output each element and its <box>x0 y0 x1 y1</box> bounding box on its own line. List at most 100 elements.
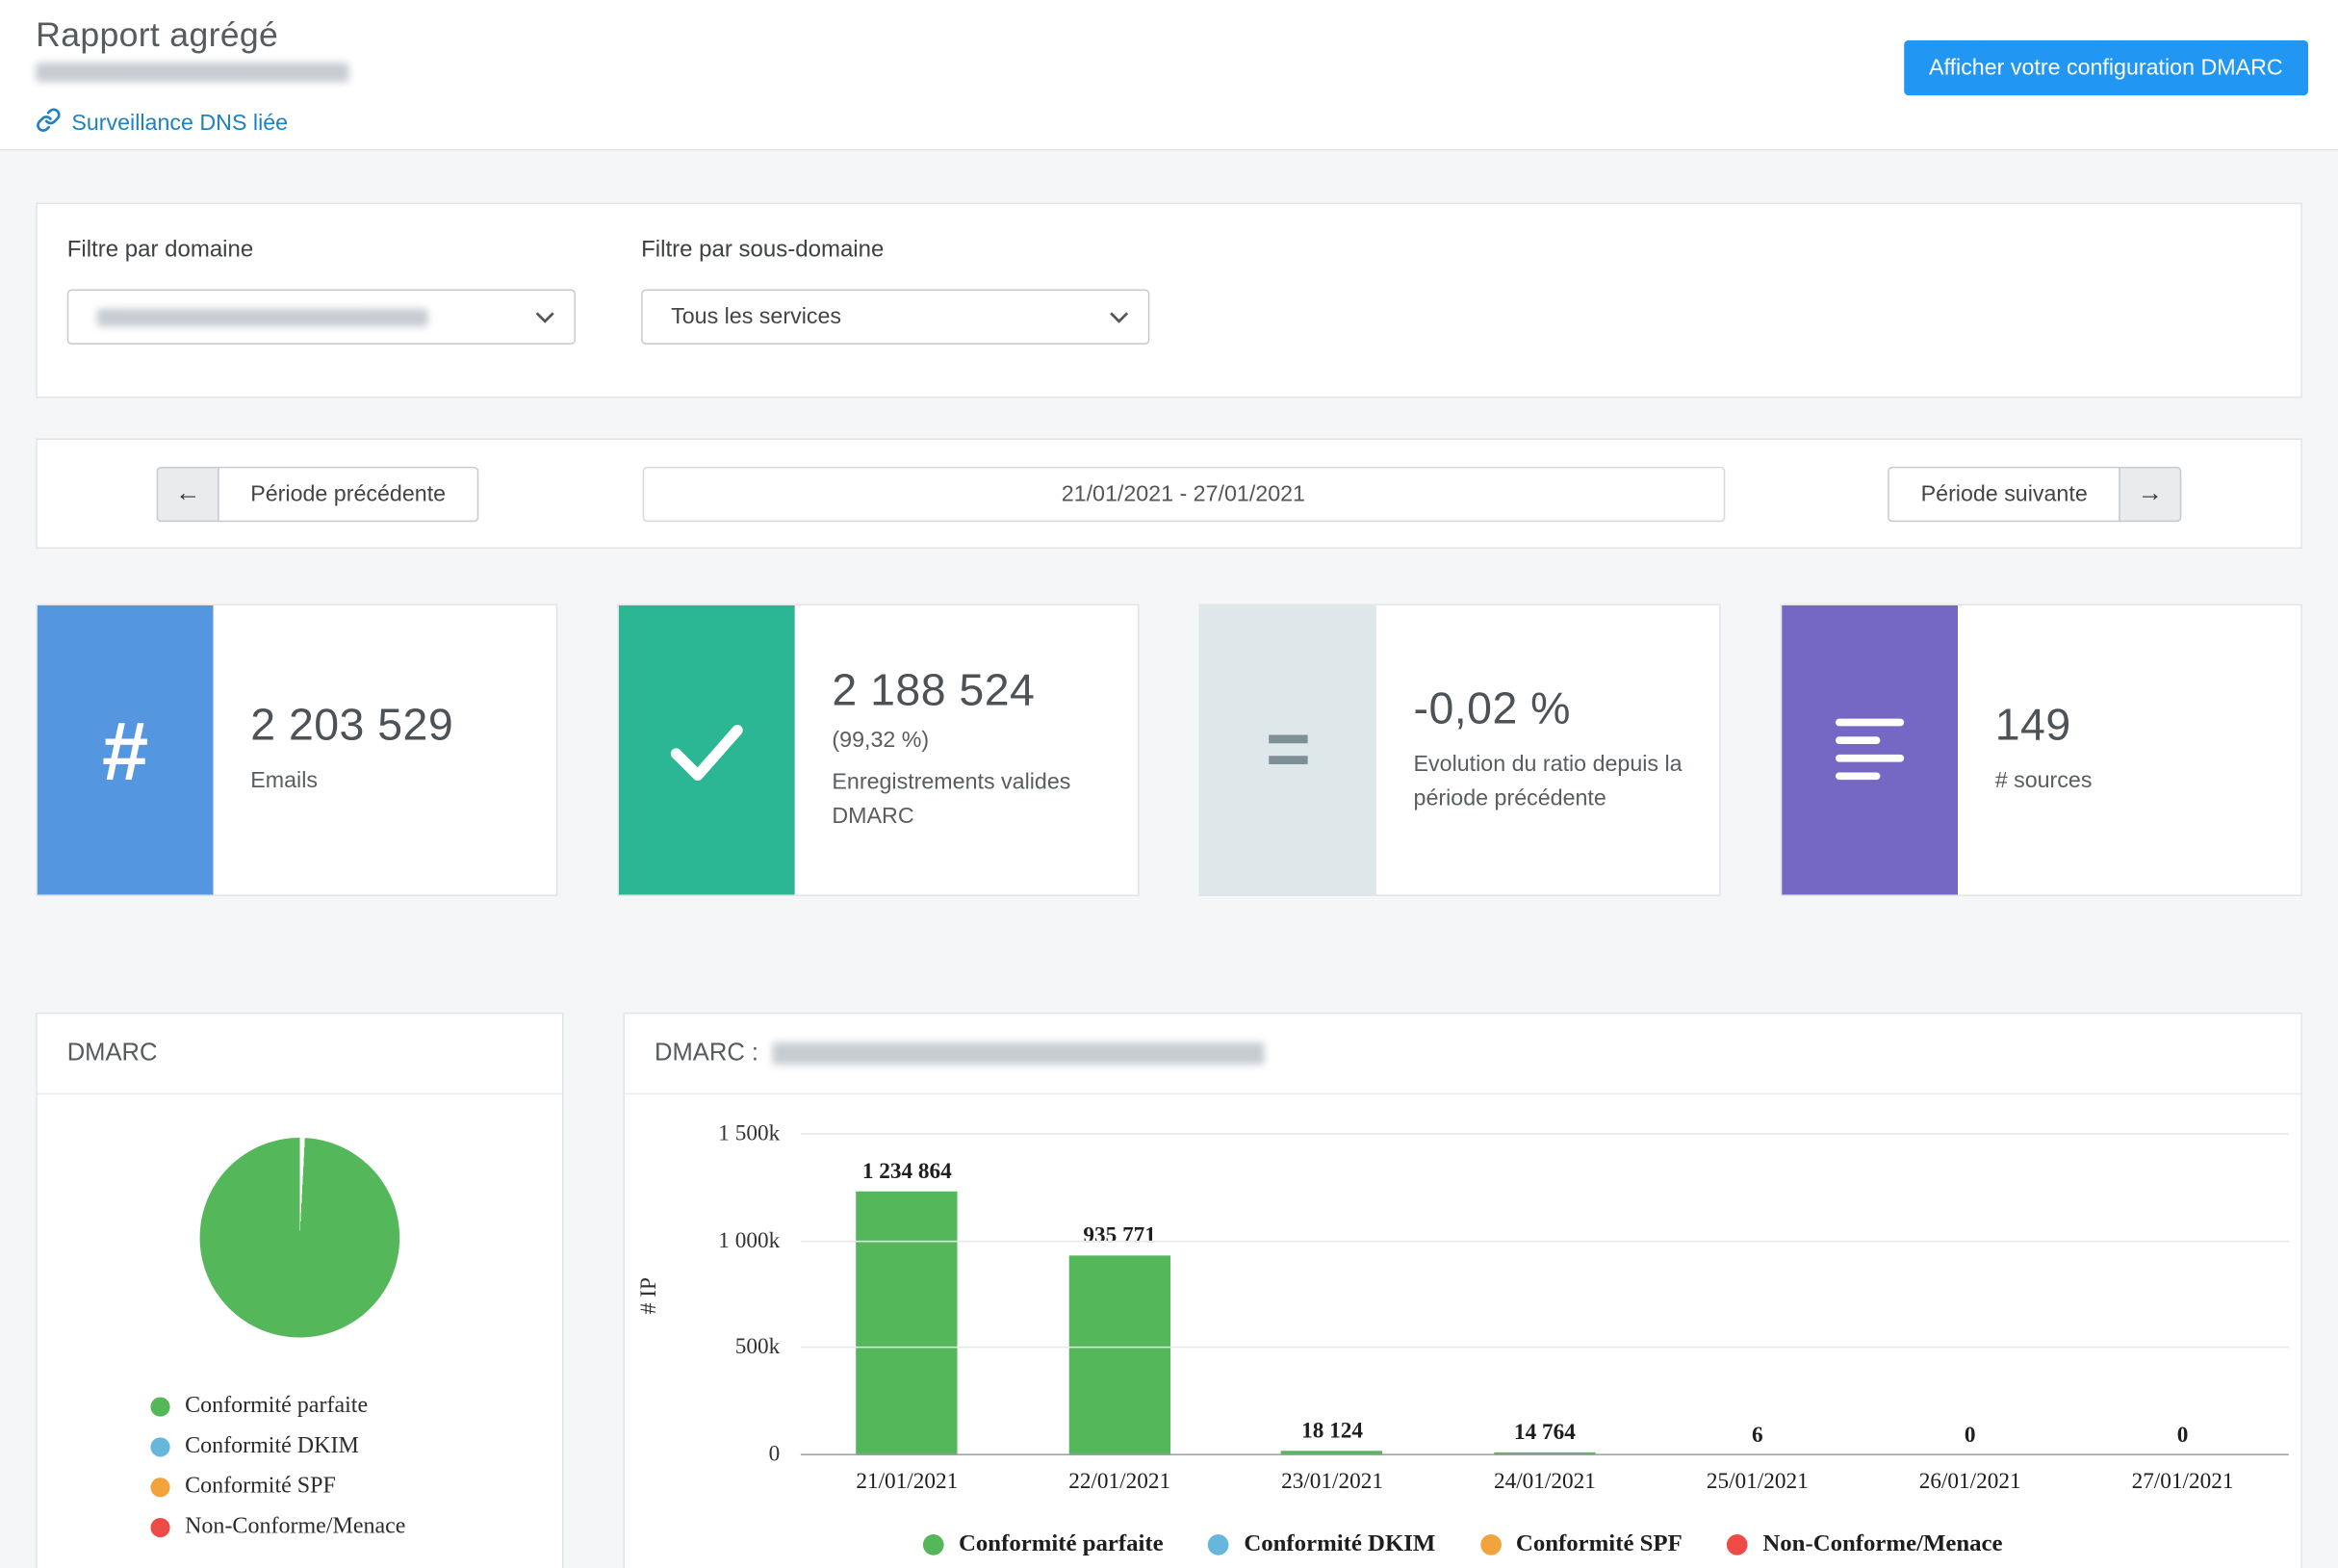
legend-label: Conformité SPF <box>1516 1531 1683 1558</box>
legend-dot <box>1727 1534 1748 1555</box>
legend-item[interactable]: Conformité DKIM <box>1208 1531 1435 1558</box>
bar-slot: 18 124 <box>1226 1135 1439 1455</box>
legend-label: Conformité SPF <box>185 1474 336 1501</box>
legend-dot <box>923 1534 944 1555</box>
show-dmarc-config-button[interactable]: Afficher votre configuration DMARC <box>1904 40 2308 95</box>
page: Rapport agrégé Surveillance DNS liée Aff… <box>0 0 2338 1568</box>
bar-card-header: DMARC : <box>625 1014 2300 1094</box>
link-icon <box>36 108 61 140</box>
stat-card-valid-dmarc: 2 188 524 (99,32 %) Enregistrements vali… <box>617 604 1139 896</box>
legend-label: Conformité parfaite <box>185 1393 368 1420</box>
legend-label: Conformité DKIM <box>1244 1531 1435 1558</box>
x-tick-label: 21/01/2021 <box>801 1470 1014 1495</box>
bar-value-label: 0 <box>2177 1424 2189 1449</box>
y-tick-label: 1 000k <box>718 1229 780 1254</box>
valid-dmarc-percent: (99,32 %) <box>832 728 1119 753</box>
next-period-group: Période suivante → <box>1888 466 2182 521</box>
x-tick-label: 24/01/2021 <box>1438 1470 1651 1495</box>
bar-slot: 0 <box>2076 1135 2289 1455</box>
y-tick-label: 1 500k <box>718 1122 780 1147</box>
check-icon <box>619 605 795 895</box>
legend-item[interactable]: Conformité SPF <box>1480 1531 1683 1558</box>
dns-link-label: Surveillance DNS liée <box>71 111 288 136</box>
x-tick-label: 25/01/2021 <box>1651 1470 1863 1495</box>
redacted-chart-domain <box>772 1042 1264 1065</box>
stat-card-ratio-evolution: = -0,02 % Evolution du ratio depuis la p… <box>1198 604 1720 896</box>
legend-dot <box>150 1437 169 1456</box>
stat-card-sources: 149 # sources <box>1781 604 2302 896</box>
legend-item[interactable]: Non-Conforme/Menace <box>1727 1531 2002 1558</box>
x-tick-label: 27/01/2021 <box>2076 1470 2289 1495</box>
ratio-evolution-label: Evolution du ratio depuis la période pré… <box>1414 749 1702 816</box>
legend-dot <box>1480 1534 1502 1555</box>
bar-value-label: 18 124 <box>1301 1420 1363 1445</box>
x-tick-label: 22/01/2021 <box>1014 1470 1226 1495</box>
redacted-domain-subtitle <box>36 63 348 82</box>
legend-item[interactable]: Conformité parfaite <box>150 1393 562 1420</box>
arrow-right-icon[interactable]: → <box>2119 466 2181 521</box>
previous-period-group: ← Période précédente <box>157 466 479 521</box>
gridline <box>801 1347 2289 1349</box>
subdomain-filter-label: Filtre par sous-domaine <box>641 237 1149 264</box>
bar <box>1068 1255 1169 1455</box>
chevron-down-icon <box>1110 304 1129 329</box>
legend-item[interactable]: Conformité DKIM <box>150 1433 562 1460</box>
sources-label: # sources <box>1995 765 2283 799</box>
dmarc-bar-card: DMARC : # IP 1 234 864935 77118 12414 76… <box>624 1013 2302 1568</box>
domain-filter-label: Filtre par domaine <box>67 237 576 264</box>
legend-label: Conformité DKIM <box>185 1433 359 1460</box>
bar-value-label: 6 <box>1752 1424 1763 1449</box>
legend-item[interactable]: Conformité SPF <box>150 1474 562 1501</box>
legend-dot <box>150 1477 169 1496</box>
bar-slot: 935 771 <box>1014 1135 1226 1455</box>
list-icon <box>1782 605 1958 895</box>
bar-slot: 6 <box>1651 1135 1863 1455</box>
valid-dmarc-count: 2 188 524 <box>832 666 1119 717</box>
gridline <box>801 1133 2289 1135</box>
stats-row: # 2 203 529 Emails 2 188 524 (99,32 %) E… <box>36 604 2302 896</box>
domain-filter-select[interactable] <box>67 290 576 345</box>
gridline <box>801 1240 2289 1242</box>
legend-label: Conformité parfaite <box>959 1531 1164 1558</box>
emails-count: 2 203 529 <box>250 701 538 752</box>
chevron-down-icon <box>535 304 554 329</box>
dmarc-pie-card: DMARC Conformité parfaite Conformité DKIM… <box>36 1013 563 1568</box>
x-tick-label: 26/01/2021 <box>1863 1470 2076 1495</box>
legend-dot <box>150 1517 169 1536</box>
topbar: Rapport agrégé Surveillance DNS liée Aff… <box>0 0 2338 150</box>
stat-card-emails: # 2 203 529 Emails <box>36 604 557 896</box>
x-axis-labels: 21/01/202122/01/202123/01/202124/01/2021… <box>801 1470 2289 1495</box>
equals-icon: = <box>1200 605 1376 895</box>
bar-value-label: 0 <box>1965 1424 1976 1449</box>
legend-item[interactable]: Non-Conforme/Menace <box>150 1513 562 1540</box>
domain-filter-group: Filtre par domaine <box>67 237 576 345</box>
previous-period-button[interactable]: Période précédente <box>218 466 478 521</box>
legend-dot <box>150 1397 169 1416</box>
bar-slot: 1 234 864 <box>801 1135 1014 1455</box>
pie-chart <box>200 1138 400 1338</box>
legend-item[interactable]: Conformité parfaite <box>923 1531 1164 1558</box>
sources-count: 149 <box>1995 701 2283 752</box>
period-card: ← Période précédente 21/01/2021 - 27/01/… <box>36 438 2302 549</box>
y-tick-label: 500k <box>735 1336 780 1361</box>
legend-label: Non-Conforme/Menace <box>1762 1531 2002 1558</box>
subdomain-selected-value: Tous les services <box>671 304 841 329</box>
y-tick-label: 0 <box>769 1443 781 1468</box>
legend-dot <box>1208 1534 1229 1555</box>
ratio-evolution-value: -0,02 % <box>1414 684 1702 735</box>
arrow-left-icon[interactable]: ← <box>157 466 219 521</box>
pie-card-title: DMARC <box>38 1014 562 1094</box>
redacted-domain-value <box>97 308 428 326</box>
subdomain-filter-select[interactable]: Tous les services <box>641 290 1149 345</box>
valid-dmarc-label: Enregistrements valides DMARC <box>832 766 1119 834</box>
date-range-display[interactable]: 21/01/2021 - 27/01/2021 <box>642 466 1725 521</box>
x-tick-label: 23/01/2021 <box>1226 1470 1439 1495</box>
bars-container: 1 234 864935 77118 12414 764600 <box>801 1135 2289 1455</box>
bar-slot: 0 <box>1863 1135 2076 1455</box>
dns-monitoring-link[interactable]: Surveillance DNS liée <box>36 108 288 140</box>
subdomain-filter-group: Filtre par sous-domaine Tous les service… <box>641 237 1149 345</box>
bar-card-title: DMARC : <box>655 1040 758 1067</box>
bar-legend: Conformité parfaite Conformité DKIM Confor… <box>625 1531 2300 1558</box>
hash-icon: # <box>38 605 214 895</box>
next-period-button[interactable]: Période suivante <box>1888 466 2120 521</box>
